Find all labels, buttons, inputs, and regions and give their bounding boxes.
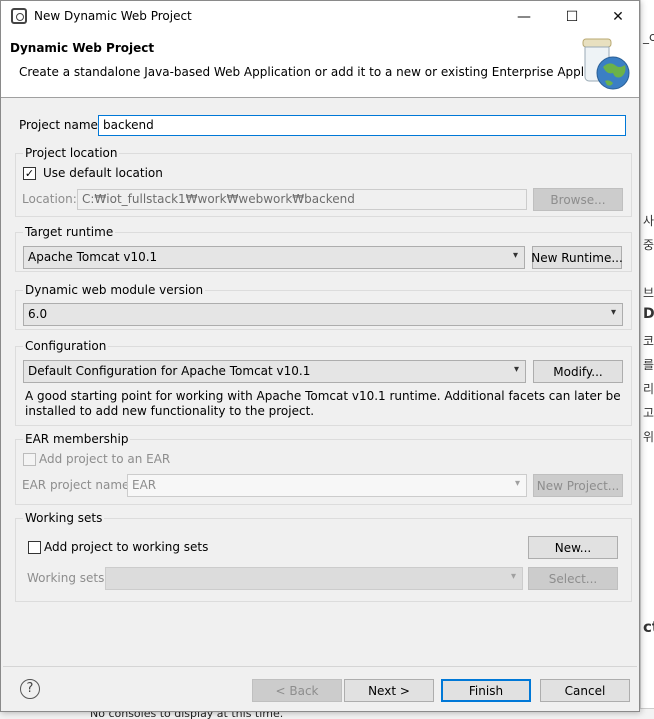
page-description: Create a standalone Java-based Web Appli… (19, 65, 629, 79)
add-to-ear-checkbox[interactable] (23, 453, 36, 466)
module-version-heading: Dynamic web module version (23, 283, 206, 297)
chevron-down-icon: ▾ (513, 364, 519, 375)
configuration-heading: Configuration (23, 339, 109, 353)
new-ear-project-button[interactable]: New Project... (533, 474, 623, 497)
background-text: 위 (643, 430, 654, 444)
chevron-down-icon: ▾ (514, 478, 520, 489)
add-to-working-sets-label: Add project to working sets (44, 540, 209, 554)
finish-button[interactable]: Finish (441, 679, 531, 702)
title-bar: New Dynamic Web Project — ☐ ✕ (1, 1, 639, 32)
configuration-description: A good starting point for working with A… (25, 389, 621, 418)
close-icon[interactable]: ✕ (595, 1, 641, 32)
next-button[interactable]: Next > (344, 679, 434, 702)
configuration-value: Default Configuration for Apache Tomcat … (28, 364, 311, 378)
ear-project-value: EAR (132, 478, 157, 492)
ear-membership-heading: EAR membership (23, 432, 131, 446)
target-runtime-value: Apache Tomcat v10.1 (28, 250, 158, 264)
working-sets-label: Working sets: (27, 571, 109, 585)
minimize-icon[interactable]: — (501, 1, 547, 32)
working-sets-select[interactable]: ▾ (105, 567, 523, 590)
globe-jar-icon (582, 38, 630, 90)
configuration-select[interactable]: Default Configuration for Apache Tomcat … (23, 360, 526, 383)
location-field[interactable]: C:₩iot_fullstack1₩work₩webwork₩backend (77, 189, 527, 210)
browse-button[interactable]: Browse... (533, 188, 623, 211)
background-text: ct (643, 618, 654, 636)
background-text: D( (643, 306, 654, 322)
select-working-sets-button[interactable]: Select... (528, 567, 618, 590)
project-name-field[interactable]: backend (98, 115, 626, 136)
modify-button[interactable]: Modify... (533, 360, 623, 383)
add-to-ear-label: Add project to an EAR (39, 452, 171, 466)
footer-separator (3, 666, 637, 667)
background-text: 를 (643, 358, 654, 372)
maximize-icon[interactable]: ☐ (549, 1, 595, 32)
use-default-location-label: Use default location (43, 166, 163, 180)
page-title: Dynamic Web Project (10, 41, 155, 55)
background-text: 코 (643, 334, 654, 348)
target-runtime-heading: Target runtime (23, 225, 116, 239)
background-text: 고 (643, 406, 654, 420)
module-version-select[interactable]: 6.0 ▾ (23, 303, 623, 326)
new-working-set-button[interactable]: New... (528, 536, 618, 559)
working-sets-heading: Working sets (23, 511, 105, 525)
eclipse-app-icon (11, 8, 27, 24)
help-icon[interactable]: ? (20, 679, 40, 699)
background-text: 브 (643, 286, 654, 300)
new-project-dialog: New Dynamic Web Project — ☐ ✕ Dynamic We… (0, 0, 640, 712)
chevron-down-icon: ▾ (510, 571, 516, 582)
use-default-location-checkbox[interactable]: ✓ (23, 167, 36, 180)
project-location-heading: Project location (23, 146, 120, 160)
module-version-value: 6.0 (28, 307, 48, 321)
add-to-working-sets-checkbox[interactable] (28, 541, 41, 554)
target-runtime-select[interactable]: Apache Tomcat v10.1 ▾ (23, 246, 525, 269)
background-text: _cl (643, 30, 654, 44)
new-runtime-button[interactable]: New Runtime... (531, 246, 623, 269)
chevron-down-icon: ▾ (610, 307, 616, 318)
location-label: Location: (22, 192, 77, 206)
back-button[interactable]: < Back (252, 679, 342, 702)
background-text: 리 (643, 382, 654, 396)
project-name-label: Project name: (19, 118, 102, 132)
window-title: New Dynamic Web Project (34, 9, 192, 23)
chevron-down-icon: ▾ (512, 250, 518, 261)
ear-project-select[interactable]: EAR ▾ (127, 474, 527, 497)
background-text: 사 (643, 214, 654, 228)
background-text: 중 (643, 238, 654, 252)
wizard-header: Dynamic Web Project Create a standalone … (1, 32, 639, 98)
ear-project-name-label: EAR project name: (22, 478, 134, 492)
cancel-button[interactable]: Cancel (540, 679, 630, 702)
